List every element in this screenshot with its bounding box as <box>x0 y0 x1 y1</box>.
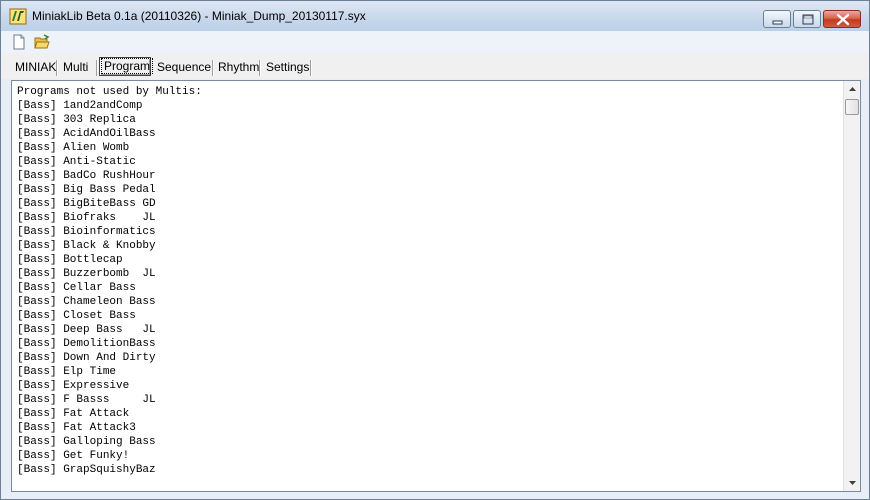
tab-sequence[interactable]: Sequence <box>153 58 214 76</box>
program-line: [Bass] 1and2andComp <box>17 100 143 112</box>
program-line: [Bass] Bottlecap <box>17 254 123 266</box>
tab-separator <box>96 60 98 76</box>
close-button[interactable] <box>823 10 861 28</box>
program-line: [Bass] Bioinformatics <box>17 226 156 238</box>
tab-separator <box>259 60 261 76</box>
tab-label: Rhythm <box>218 60 260 74</box>
program-line: [Bass] Fat Attack3 <box>17 422 136 434</box>
program-line: [Bass] GrapSquishyBaz <box>17 464 156 476</box>
window-title: MiniakLib Beta 0.1a (20110326) - Miniak_… <box>32 9 366 23</box>
program-line: [Bass] Anti-Static <box>17 156 136 168</box>
program-line: [Bass] Elp Time <box>17 366 117 378</box>
tab-separator <box>56 60 58 76</box>
tab-program[interactable]: Program <box>99 57 154 76</box>
minimize-button[interactable] <box>763 10 791 28</box>
program-line: [Bass] BigBiteBass GD <box>17 198 156 210</box>
program-line: [Bass] AcidAndOilBass <box>17 128 156 140</box>
program-line: [Bass] Deep Bass JL <box>17 324 156 336</box>
open-folder-icon[interactable] <box>34 34 50 50</box>
program-line: [Bass] Alien Womb <box>17 142 130 154</box>
close-icon <box>836 13 850 26</box>
program-listing: Programs not used by Multis: [Bass] 1and2… <box>17 85 837 477</box>
tab-settings[interactable]: Settings <box>262 58 312 76</box>
tab-label: Multi <box>63 60 89 74</box>
minimize-icon <box>772 20 783 25</box>
program-line: [Bass] Down And Dirty <box>17 352 156 364</box>
tab-miniak[interactable]: MINIAK <box>11 58 58 76</box>
program-line: [Bass] BadCo RushHour <box>17 170 156 182</box>
program-line: [Bass] Fat Attack <box>17 408 130 420</box>
scroll-thumb[interactable] <box>845 99 859 115</box>
scroll-up-icon[interactable] <box>844 81 861 98</box>
new-document-icon[interactable] <box>11 34 27 50</box>
program-line: [Bass] Biofraks JL <box>17 212 156 224</box>
program-line: [Bass] F Basss JL <box>17 394 156 406</box>
program-list-textarea[interactable]: Programs not used by Multis: [Bass] 1and2… <box>11 80 861 492</box>
tab-rhythm[interactable]: Rhythm <box>214 58 261 76</box>
program-line: [Bass] DemolitionBass <box>17 338 156 350</box>
program-line: [Bass] Get Funky! <box>17 450 130 462</box>
scroll-down-icon[interactable] <box>844 474 861 491</box>
title-bar[interactable]: MiniakLib Beta 0.1a (20110326) - Miniak_… <box>1 1 869 31</box>
listing-header: Programs not used by Multis: <box>17 86 202 98</box>
tab-label: Sequence <box>157 60 212 74</box>
tab-label: Program <box>101 58 154 74</box>
program-line: [Bass] 303 Replica <box>17 114 136 126</box>
tab-separator <box>310 60 312 76</box>
maximize-button[interactable] <box>793 10 821 28</box>
program-line: [Bass] Black & Knobby <box>17 240 156 252</box>
program-line: [Bass] Chameleon Bass <box>17 296 156 308</box>
miniak-app-icon <box>9 8 27 25</box>
maximize-icon <box>802 14 814 25</box>
program-line: [Bass] Galloping Bass <box>17 436 156 448</box>
program-line: [Bass] Expressive <box>17 380 130 392</box>
toolbar <box>1 31 869 53</box>
main-window: MiniakLib Beta 0.1a (20110326) - Miniak_… <box>0 0 870 500</box>
vertical-scrollbar[interactable] <box>843 81 860 491</box>
program-line: [Bass] Cellar Bass <box>17 282 136 294</box>
tab-label: Settings <box>266 60 310 74</box>
program-line: [Bass] Closet Bass <box>17 310 136 322</box>
program-line: [Bass] Buzzerbomb JL <box>17 268 156 280</box>
tab-multi[interactable]: Multi <box>59 58 98 76</box>
tab-label: MINIAK <box>15 60 57 74</box>
program-line: [Bass] Big Bass Pedal <box>17 184 156 196</box>
tab-strip: MINIAK Multi Program Sequence Rhythm Set… <box>1 53 869 79</box>
